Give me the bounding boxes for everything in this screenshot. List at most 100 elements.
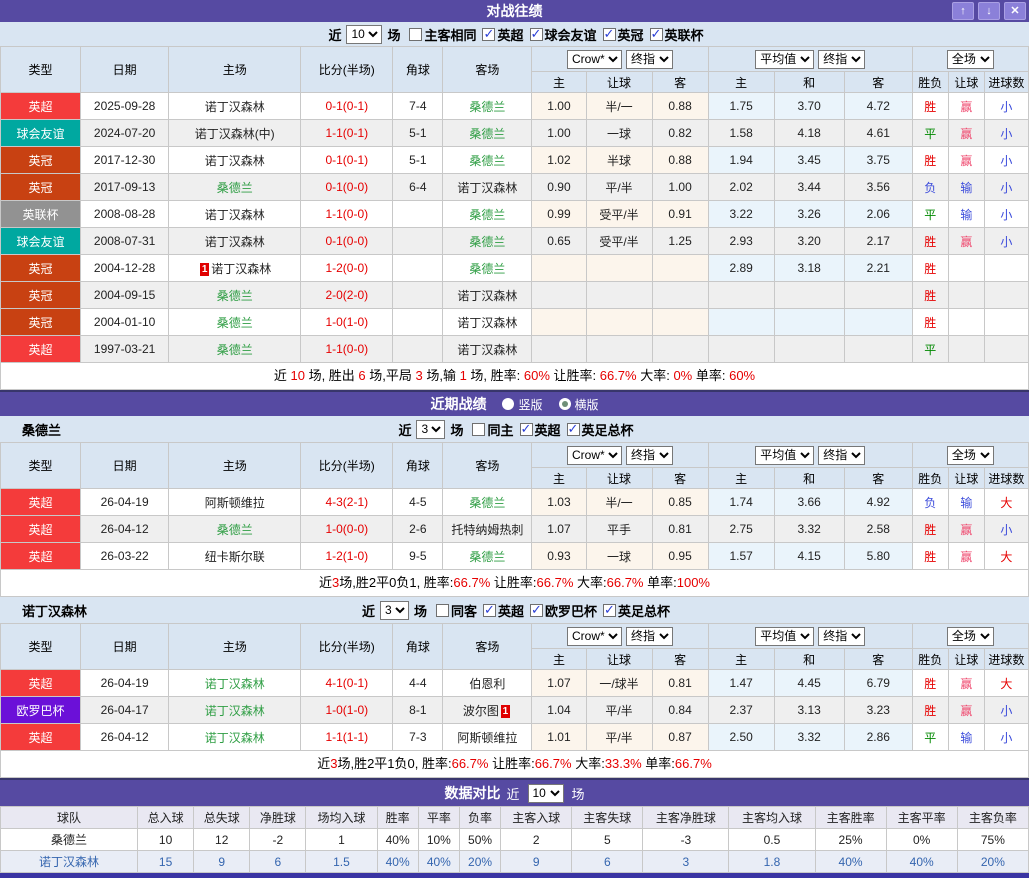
column-header: 角球 [393, 47, 443, 93]
filter-checkbox[interactable]: 英冠 [603, 25, 644, 44]
stat-cell: 1.5 [306, 851, 377, 873]
recent-count-select[interactable]: 10 [346, 25, 382, 44]
final-odds-select[interactable]: 终指 [626, 50, 673, 69]
match-score: 1-1(0-1) [301, 120, 393, 147]
filter-checkbox[interactable]: 同客 [436, 601, 477, 620]
layout-radio-horizontal[interactable]: 横版 [559, 396, 599, 413]
close-button[interactable]: ✕ [1004, 2, 1026, 20]
move-up-button[interactable]: ↑ [952, 2, 974, 20]
final-odds-select[interactable]: 终指 [818, 627, 865, 646]
column-group-header: 平均值终指 [708, 624, 912, 649]
avg-home: 1.94 [708, 147, 774, 174]
filter-checkbox[interactable]: 球会友谊 [530, 25, 597, 44]
average-select[interactable]: 平均值 [755, 627, 814, 646]
final-odds-select[interactable]: 终指 [818, 50, 865, 69]
bookmaker-select[interactable]: Crow* [567, 627, 622, 646]
result-handicap: 输 [948, 174, 984, 201]
match-date: 26-04-12 [81, 516, 169, 543]
column-subheader: 客 [844, 72, 912, 93]
checkbox-label: 英冠 [618, 25, 644, 44]
checkbox-label: 英超 [535, 420, 561, 439]
odds-home: 1.00 [532, 120, 586, 147]
final-odds-select[interactable]: 终指 [818, 446, 865, 465]
column-header: 主客净胜球 [643, 807, 729, 829]
avg-draw: 3.26 [774, 201, 844, 228]
filter-checkbox[interactable]: 英超 [520, 420, 561, 439]
scope-select[interactable]: 全场 [947, 50, 994, 69]
result-handicap [948, 282, 984, 309]
stat-cell: 40% [886, 851, 957, 873]
home-team: 桑德兰 [169, 516, 301, 543]
recent-label: 近 [328, 25, 341, 44]
filter-checkbox[interactable]: 英超 [482, 25, 523, 44]
scope-select[interactable]: 全场 [947, 446, 994, 465]
result-goals: 大 [984, 489, 1028, 516]
stat-cell: 12 [194, 829, 250, 851]
recent-count-select[interactable]: 3 [380, 601, 409, 620]
move-down-button[interactable]: ↓ [978, 2, 1000, 20]
scope-select[interactable]: 全场 [947, 627, 994, 646]
team-name: 诺丁汉森林 [205, 704, 265, 718]
summary-text: 66.7% [675, 756, 712, 771]
filter-checkbox[interactable]: 英足总杯 [567, 420, 634, 439]
stat-cell: 10 [138, 829, 194, 851]
result-outcome: 胜 [912, 309, 948, 336]
filter-checkbox[interactable]: 欧罗巴杯 [530, 601, 597, 620]
odds-away: 0.85 [652, 489, 708, 516]
column-header: 净胜球 [250, 807, 306, 829]
filter-checkbox[interactable]: 英联杯 [650, 25, 704, 44]
result-goals: 小 [984, 174, 1028, 201]
table-row: 英冠2004-01-10桑德兰1-0(1-0)诺丁汉森林胜 [1, 309, 1029, 336]
summary-text: 66.7% [607, 575, 644, 590]
stat-cell: 5 [572, 829, 643, 851]
filter-checkbox[interactable]: 英超 [483, 601, 524, 620]
home-team: 阿斯顿维拉 [169, 489, 301, 516]
table-row: 球会友谊2024-07-20诺丁汉森林(中)1-1(0-1)5-1桑德兰1.00… [1, 120, 1029, 147]
average-select[interactable]: 平均值 [755, 446, 814, 465]
recent-section-title: 近期战绩 [430, 394, 486, 414]
column-header: 主场 [169, 443, 301, 489]
summary-text: 场,平局 [366, 368, 416, 383]
bookmaker-select[interactable]: Crow* [567, 50, 622, 69]
h2h-table-body: 英超2025-09-28诺丁汉森林0-1(0-1)7-4桑德兰1.00半/一0.… [1, 93, 1029, 363]
away-team: 桑德兰 [443, 147, 532, 174]
column-subheader: 让球 [948, 649, 984, 670]
corner-score: 5-1 [393, 147, 443, 174]
team-name: 诺丁汉森林(中) [195, 127, 275, 141]
avg-away: 6.79 [844, 670, 912, 697]
result-outcome: 平 [912, 336, 948, 363]
filter-checkbox[interactable]: 主客相同 [409, 25, 476, 44]
column-subheader: 让球 [586, 649, 652, 670]
recent-count-select[interactable]: 3 [416, 420, 445, 439]
result-handicap [948, 255, 984, 282]
avg-draw: 3.13 [774, 697, 844, 724]
final-odds-select[interactable]: 终指 [626, 446, 673, 465]
result-goals: 大 [984, 543, 1028, 570]
avg-away [844, 282, 912, 309]
filter-checkbox[interactable]: 同主 [472, 420, 513, 439]
match-date: 26-04-19 [81, 670, 169, 697]
final-odds-select[interactable]: 终指 [626, 627, 673, 646]
checkbox-label: 英足总杯 [618, 601, 670, 620]
bookmaker-select[interactable]: Crow* [567, 446, 622, 465]
avg-draw: 3.44 [774, 174, 844, 201]
stat-cell: 2 [501, 829, 572, 851]
layout-radio-vertical[interactable]: 竖版 [502, 396, 542, 413]
corner-score [393, 255, 443, 282]
away-team: 诺丁汉森林 [443, 309, 532, 336]
column-subheader: 进球数 [984, 649, 1028, 670]
avg-home: 1.57 [708, 543, 774, 570]
result-outcome: 平 [912, 201, 948, 228]
odds-home: 1.04 [532, 697, 586, 724]
filter-checkbox[interactable]: 英足总杯 [603, 601, 670, 620]
column-group-header: Crow*终指 [532, 624, 708, 649]
odds-home: 1.01 [532, 724, 586, 751]
recent-count-select[interactable]: 10 [528, 784, 564, 803]
result-goals: 小 [984, 724, 1028, 751]
stat-cell: 6 [250, 851, 306, 873]
column-header: 比分(半场) [301, 624, 393, 670]
average-select[interactable]: 平均值 [755, 50, 814, 69]
recent-titlebar: 近期战绩 竖版 横版 [0, 390, 1029, 416]
team-name: 诺丁汉森林 [457, 343, 517, 357]
result-outcome: 平 [912, 120, 948, 147]
